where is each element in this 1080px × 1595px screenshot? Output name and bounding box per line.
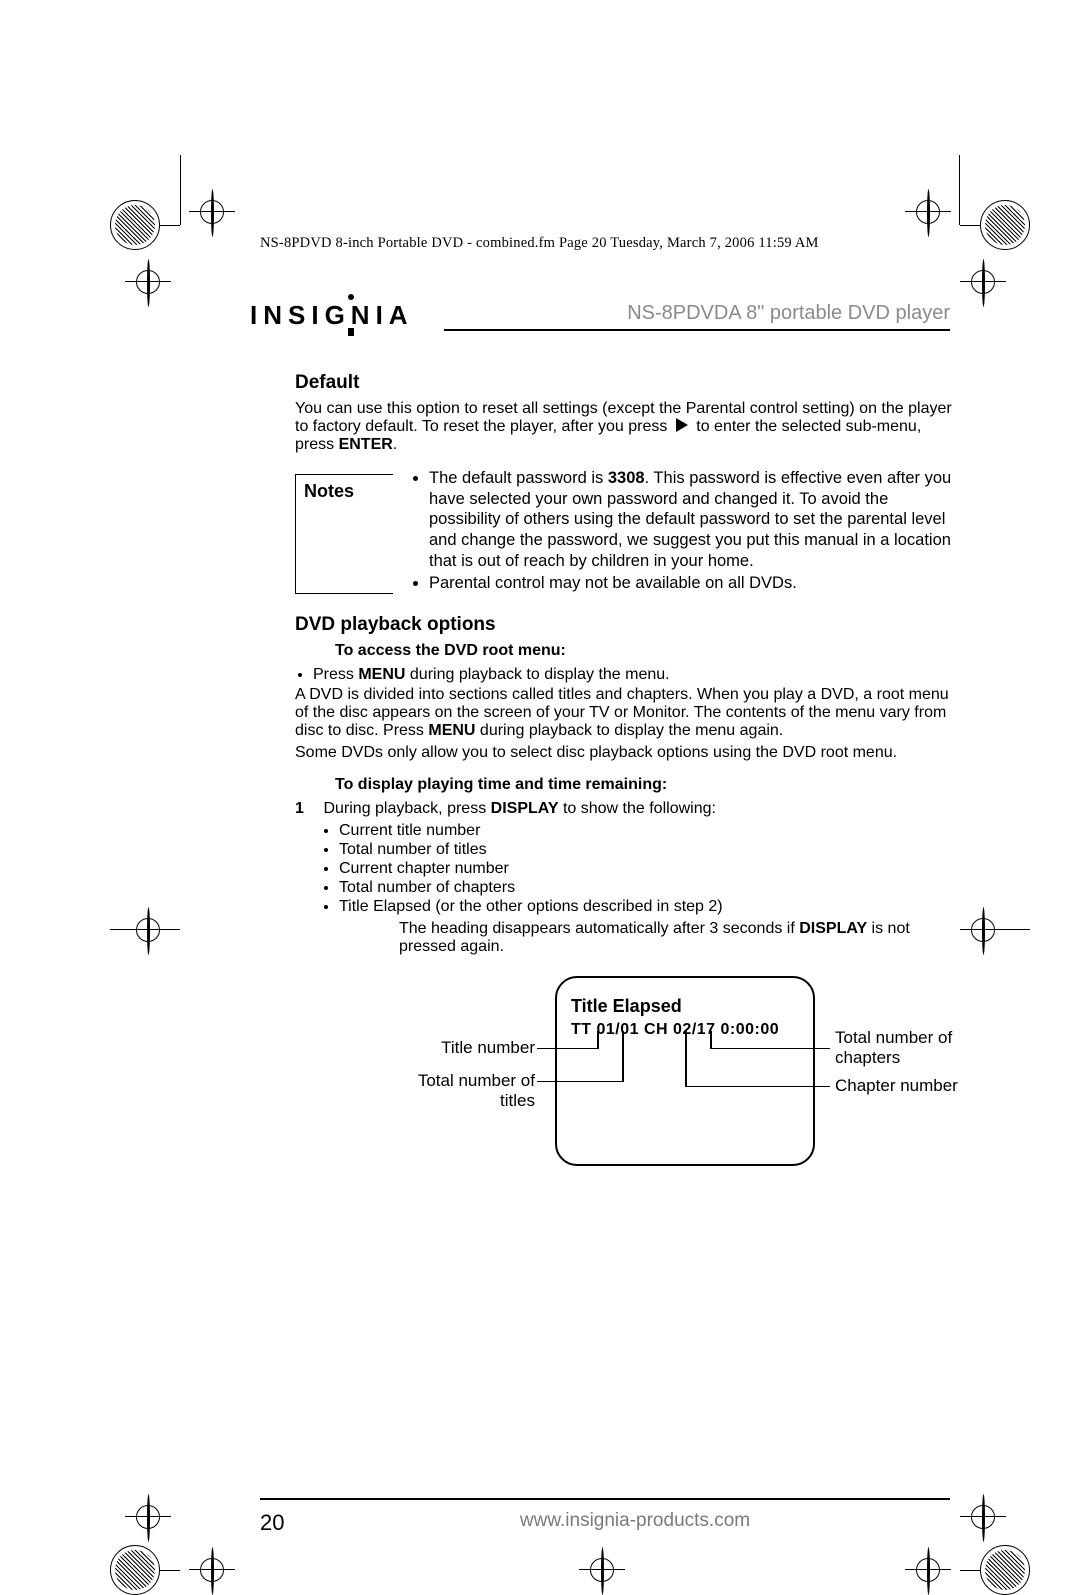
- display-item: Current title number: [339, 822, 955, 840]
- label-total-chapters: Total number of chapters: [835, 1028, 975, 1069]
- notes-bullet-1: The default password is 3308. This passw…: [429, 468, 955, 571]
- brand-text: INSIGNIA: [250, 300, 414, 330]
- registration-mark: [136, 1505, 160, 1529]
- step-number: 1: [295, 800, 319, 818]
- registration-big: [110, 1545, 160, 1595]
- framemaker-meta: NS-8PDVD 8-inch Portable DVD - combined.…: [260, 235, 819, 252]
- text: .: [393, 436, 397, 453]
- registration-mark: [916, 1558, 940, 1582]
- notes-text: The default password is 3308. This passw…: [393, 468, 955, 596]
- lead-line: [685, 1031, 687, 1087]
- heading-display-time: To display playing time and time remaini…: [335, 776, 667, 793]
- password-value: 3308: [608, 469, 645, 487]
- heading-playback: DVD playback options: [295, 614, 955, 636]
- product-title: NS-8PDVDA 8" portable DVD player: [444, 302, 950, 331]
- text: during playback to display the menu agai…: [475, 722, 783, 739]
- text: During playback, press: [323, 800, 490, 817]
- lead-line: [537, 1081, 622, 1083]
- text: The default password is: [429, 469, 608, 487]
- notes-label: Notes: [295, 474, 393, 594]
- label-title-number: Title number: [405, 1038, 535, 1058]
- lead-line: [685, 1086, 830, 1088]
- display-step: 1 During playback, press DISPLAY to show…: [295, 800, 955, 818]
- text: to show the following:: [559, 800, 716, 817]
- text: Press: [313, 666, 358, 683]
- crop-mark: [959, 155, 960, 225]
- heading-default: Default: [295, 372, 955, 394]
- play-icon: [676, 418, 688, 432]
- crop-mark: [110, 929, 180, 930]
- osd-title: Title Elapsed: [571, 996, 799, 1017]
- display-item: Total number of titles: [339, 841, 955, 859]
- keyword-menu: MENU: [358, 666, 405, 683]
- text: Parental control may not be available on…: [429, 574, 797, 592]
- registration-mark: [916, 200, 940, 224]
- registration-big: [980, 200, 1030, 250]
- keyword-menu: MENU: [428, 722, 475, 739]
- page: NS-8PDVD 8-inch Portable DVD - combined.…: [0, 0, 1080, 1527]
- registration-mark: [971, 1505, 995, 1529]
- text: during playback to display the menu.: [405, 666, 669, 683]
- crop-mark: [960, 929, 1030, 930]
- keyword-display: DISPLAY: [799, 920, 867, 937]
- registration-mark: [200, 200, 224, 224]
- keyword-enter: ENTER: [339, 436, 393, 453]
- lead-line: [622, 1031, 624, 1082]
- root-menu-bullet: Press MENU during playback to display th…: [313, 666, 955, 684]
- registration-mark: [136, 918, 160, 942]
- registration-mark: [971, 918, 995, 942]
- display-item: Title Elapsed (or the other options desc…: [339, 898, 955, 916]
- page-body: Default You can use this option to reset…: [295, 372, 955, 1196]
- root-menu-para1: A DVD is divided into sections called ti…: [295, 686, 955, 740]
- lead-line: [537, 1048, 597, 1050]
- default-paragraph: You can use this option to reset all set…: [295, 400, 955, 454]
- root-menu-para2: Some DVDs only allow you to select disc …: [295, 744, 955, 762]
- page-footer: 20 www.insignia-products.com: [260, 1498, 950, 1536]
- page-header: INSIGNIA NS-8PDVDA 8" portable DVD playe…: [250, 300, 950, 331]
- text: The heading disappears automatically aft…: [399, 920, 799, 937]
- brand-bar-icon: [348, 328, 354, 336]
- heading-root-menu: To access the DVD root menu:: [335, 642, 566, 659]
- keyword-display: DISPLAY: [491, 800, 559, 817]
- osd-diagram: Title Elapsed TT 01/01 CH 02/17 0:00:00 …: [365, 976, 955, 1196]
- lead-line: [710, 1031, 712, 1049]
- lead-line: [597, 1031, 599, 1049]
- registration-big: [110, 200, 160, 250]
- label-chapter-number: Chapter number: [835, 1076, 975, 1096]
- page-number: 20: [260, 1510, 320, 1536]
- brand-dot-icon: [348, 294, 354, 300]
- display-item: Total number of chapters: [339, 879, 955, 897]
- display-after: The heading disappears automatically aft…: [399, 920, 955, 956]
- lead-line: [710, 1048, 830, 1050]
- notes-block: Notes The default password is 3308. This…: [295, 468, 955, 596]
- display-item: Current chapter number: [339, 860, 955, 878]
- registration-mark: [200, 1558, 224, 1582]
- crop-mark: [180, 155, 181, 225]
- registration-mark: [136, 270, 160, 294]
- brand-logo: INSIGNIA: [250, 300, 414, 331]
- registration-mark: [590, 1558, 614, 1582]
- footer-url: www.insignia-products.com: [320, 1510, 950, 1536]
- registration-big: [980, 1545, 1030, 1595]
- label-total-titles: Total number of titles: [405, 1071, 535, 1112]
- registration-mark: [971, 270, 995, 294]
- notes-bullet-2: Parental control may not be available on…: [429, 573, 955, 594]
